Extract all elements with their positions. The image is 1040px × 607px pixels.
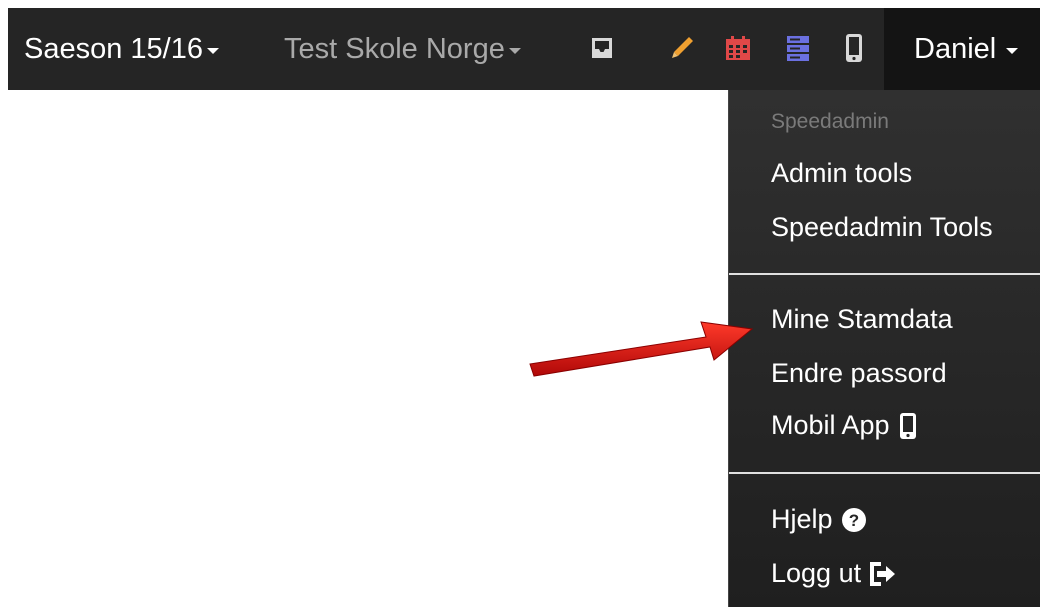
menu-item-label: Mobil App	[771, 410, 890, 440]
calendar-icon	[726, 36, 750, 60]
inbox-icon	[592, 38, 612, 58]
menu-divider	[729, 273, 1040, 275]
help-icon: ?	[841, 507, 867, 533]
user-menu-area: Daniel	[884, 8, 1040, 90]
mobile-icon	[846, 34, 862, 62]
svg-text:?: ?	[848, 511, 858, 530]
server-icon	[787, 36, 809, 61]
edit-button[interactable]	[664, 28, 700, 68]
school-dropdown[interactable]: Test Skole Norge	[284, 8, 521, 90]
caret-down-icon	[206, 48, 219, 54]
menu-item-hjelp[interactable]: Hjelp ?	[771, 504, 867, 535]
user-label: Daniel	[914, 32, 997, 65]
menu-item-label: Admin tools	[771, 158, 913, 188]
menu-item-mobil-app[interactable]: Mobil App	[771, 410, 918, 441]
sign-out-icon	[869, 561, 897, 586]
season-dropdown[interactable]: Saeson 15/16	[24, 8, 219, 90]
menu-item-label: Mine Stamdata	[771, 304, 953, 334]
menu-item-label: Endre passord	[771, 358, 947, 388]
menu-item-speedadmin-tools[interactable]: Speedadmin Tools	[771, 212, 993, 243]
menu-item-label: Logg ut	[771, 558, 862, 588]
menu-item-label: Hjelp	[771, 504, 833, 534]
caret-down-icon	[508, 48, 521, 54]
user-dropdown[interactable]: Daniel	[914, 8, 1019, 90]
menu-item-label: Speedadmin Tools	[771, 212, 993, 242]
menu-item-logg-ut[interactable]: Logg ut	[771, 558, 897, 589]
school-label: Test Skole Norge	[284, 32, 505, 65]
annotation-arrow-icon	[529, 321, 754, 377]
mobile-button[interactable]	[836, 28, 872, 68]
menu-item-admin-tools[interactable]: Admin tools	[771, 158, 912, 189]
menu-header: Speedadmin	[771, 110, 889, 133]
season-label: Saeson 15/16	[24, 32, 203, 65]
user-dropdown-menu: Speedadmin Admin tools Speedadmin Tools …	[728, 90, 1040, 607]
menu-item-endre-passord[interactable]: Endre passord	[771, 358, 947, 389]
mobile-icon	[898, 412, 918, 440]
inbox-button[interactable]	[584, 28, 620, 68]
calendar-button[interactable]	[720, 28, 756, 68]
menu-divider	[729, 472, 1040, 474]
menu-item-mine-stamdata[interactable]: Mine Stamdata	[771, 304, 953, 335]
caret-down-icon	[1006, 48, 1019, 54]
pencil-icon	[672, 37, 693, 58]
server-button[interactable]	[780, 28, 816, 68]
top-navbar: Saeson 15/16 Test Skole Norge Daniel	[8, 8, 1040, 90]
